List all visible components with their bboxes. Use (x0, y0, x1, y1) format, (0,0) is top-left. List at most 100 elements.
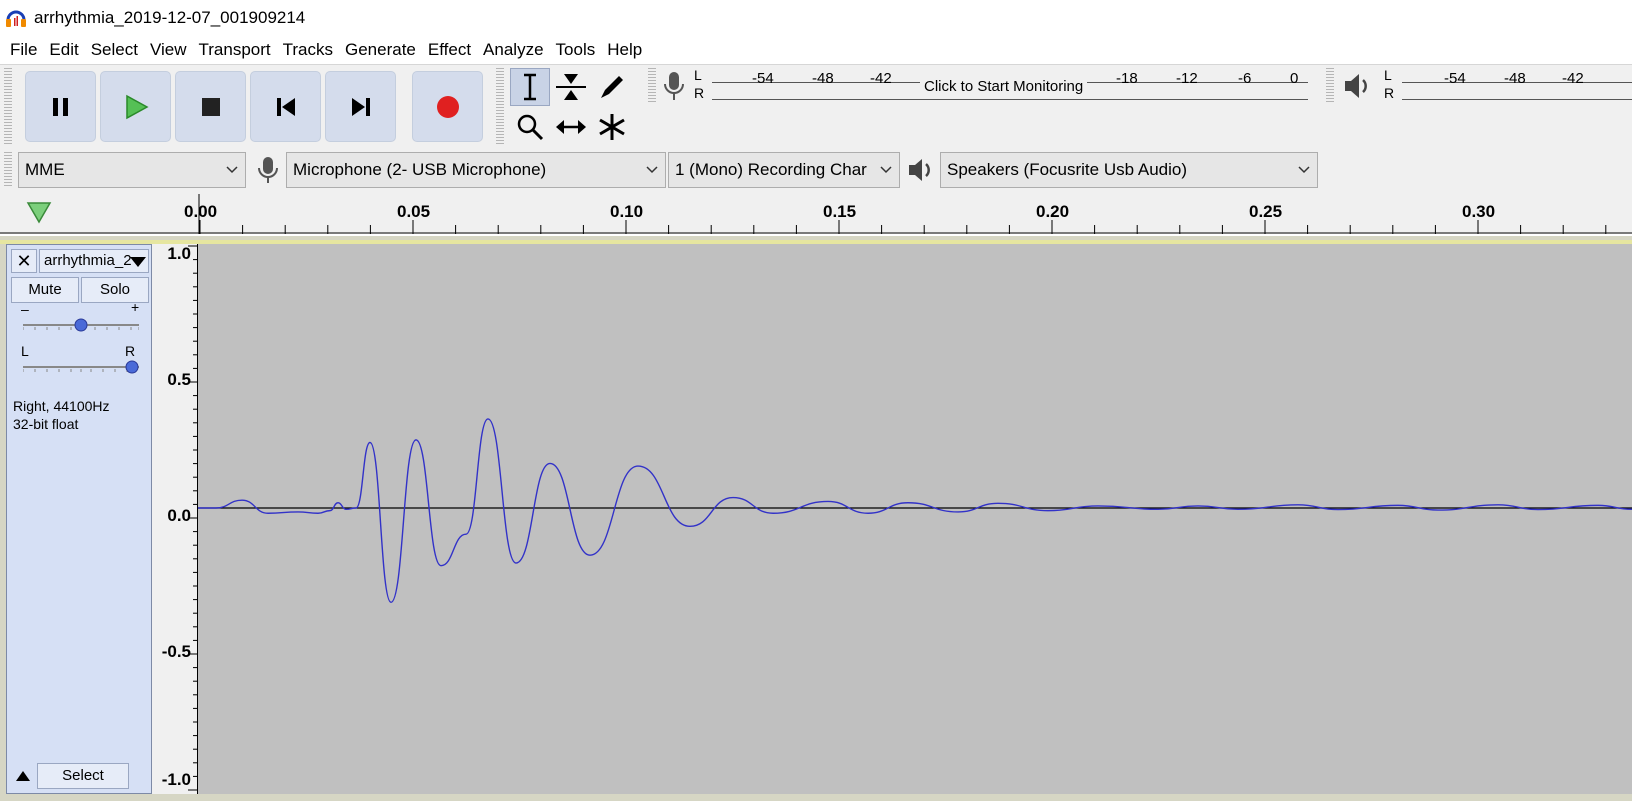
stop-button[interactable] (175, 71, 246, 142)
zoom-tool-button[interactable] (510, 108, 550, 146)
recording-device-select[interactable]: Microphone (2- USB Microphone) (286, 152, 666, 188)
double-arrow-icon (556, 120, 586, 134)
gain-slider-thumb[interactable] (74, 318, 88, 332)
pencil-icon (601, 76, 623, 98)
menu-tracks[interactable]: Tracks (277, 40, 339, 60)
track-select-button[interactable]: Select (37, 763, 129, 789)
track-name-menu[interactable]: arrhythmia_2 (39, 249, 149, 273)
playback-meter[interactable]: LR -54 -48 -42 (1384, 66, 1632, 118)
chevron-down-icon (226, 166, 238, 174)
pan-slider-thumb[interactable] (125, 360, 139, 374)
menu-tools[interactable]: Tools (550, 40, 602, 60)
playback-device-value: Speakers (Focusrite Usb Audio) (947, 160, 1187, 179)
ruler-label: 0.30 (1462, 202, 1496, 221)
speaker-icon (909, 159, 930, 181)
pause-icon (52, 97, 68, 116)
title-bar: arrhythmia_2019-12-07_001909214 (0, 0, 1632, 36)
chevron-down-icon (1298, 166, 1310, 174)
record-icon (436, 95, 459, 118)
transport-toolbar-grip[interactable] (4, 68, 12, 144)
time-shift-tool-button[interactable] (551, 108, 591, 146)
skip-end-icon (351, 97, 370, 116)
microphone-icon (664, 72, 684, 100)
recording-channels-select[interactable]: 1 (Mono) Recording Char (668, 152, 900, 188)
record-meter-tick: -18 (1116, 70, 1138, 87)
amplitude-ruler[interactable]: 1.0 0.5 0.0 -0.5 -1.0 (152, 244, 198, 794)
ruler-label: 0.10 (610, 202, 644, 221)
record-meter[interactable]: LR -54 -48 -42 Click to Start Monitoring… (694, 66, 1314, 118)
playback-meter-tick: -48 (1504, 70, 1526, 87)
playback-meter-grip[interactable] (1326, 68, 1334, 104)
track-control-panel[interactable]: ✕ arrhythmia_2 Mute Solo – + L R Right, … (6, 244, 152, 794)
output-device-speaker-icon (904, 152, 938, 188)
play-icon (125, 94, 149, 119)
record-meter-tick: -54 (752, 70, 774, 87)
playback-meter-speaker-button[interactable] (1340, 68, 1376, 104)
selection-tool-button[interactable] (510, 68, 550, 106)
menu-bar: File Edit Select View Transport Tracks G… (0, 36, 1632, 64)
recording-channels-value: 1 (Mono) Recording Char (675, 160, 867, 179)
record-meter-l: L (694, 67, 702, 83)
menu-view[interactable]: View (144, 40, 193, 60)
menu-transport[interactable]: Transport (193, 40, 277, 60)
multi-tool-button[interactable] (592, 108, 632, 146)
device-toolbar-grip[interactable] (4, 152, 12, 188)
track-format-line1: Right, 44100Hz (13, 398, 110, 414)
waveform (198, 418, 1632, 604)
triangle-up-icon (16, 771, 30, 781)
audio-host-value: MME (25, 160, 65, 179)
ruler-label: 0.05 (397, 202, 431, 221)
playback-device-select[interactable]: Speakers (Focusrite Usb Audio) (940, 152, 1318, 188)
window-title: arrhythmia_2019-12-07_001909214 (34, 8, 306, 27)
pan-slider[interactable] (22, 359, 139, 375)
pan-left-label: L (21, 343, 29, 359)
asterisk-icon (599, 114, 625, 140)
track-area: ✕ arrhythmia_2 Mute Solo – + L R Right, … (0, 236, 1632, 801)
skip-start-icon (276, 97, 295, 116)
click-to-start-monitoring[interactable]: Click to Start Monitoring (920, 78, 1088, 95)
pause-button[interactable] (25, 71, 96, 142)
record-meter-grip[interactable] (648, 68, 656, 104)
mute-button[interactable]: Mute (11, 277, 79, 303)
tools-toolbar-grip[interactable] (496, 68, 504, 144)
stop-icon (201, 97, 220, 116)
skip-to-end-button[interactable] (325, 71, 396, 142)
collapse-track-button[interactable] (11, 763, 35, 789)
ruler-label: 0.00 (184, 202, 218, 221)
menu-generate[interactable]: Generate (339, 40, 422, 60)
waveform-area[interactable] (198, 244, 1632, 794)
chevron-down-icon (879, 163, 893, 177)
menu-file[interactable]: File (4, 40, 43, 60)
timeline-ruler[interactable]: 0.00 0.05 0.10 0.15 0.20 0.25 0.30 (0, 192, 1632, 234)
audacity-app-icon (6, 10, 26, 27)
recording-device-value: Microphone (2- USB Microphone) (293, 160, 547, 179)
pan-right-label: R (125, 343, 136, 359)
record-button[interactable] (412, 71, 483, 142)
pan-slider-track (22, 366, 139, 372)
envelope-tool-button[interactable] (551, 68, 591, 106)
draw-tool-button[interactable] (592, 68, 632, 106)
record-meter-tick: -48 (812, 70, 834, 87)
record-meter-mic-button[interactable] (656, 68, 692, 104)
menu-help[interactable]: Help (601, 40, 648, 60)
playback-meter-l: L (1384, 67, 1392, 83)
close-icon: ✕ (16, 250, 32, 271)
ruler-ticks (198, 194, 1607, 234)
gain-slider[interactable] (22, 317, 140, 333)
menu-analyze[interactable]: Analyze (477, 40, 549, 60)
record-meter-r: R (694, 85, 705, 101)
play-button[interactable] (100, 71, 171, 142)
amplitude-ruler-ticks (188, 245, 198, 791)
skip-to-start-button[interactable] (250, 71, 321, 142)
record-meter-channels: LR (694, 66, 704, 102)
speaker-icon (1345, 74, 1367, 98)
menu-select[interactable]: Select (85, 40, 144, 60)
playback-meter-scale-bottom (1402, 99, 1632, 100)
dropdown-triangle-icon (130, 257, 146, 267)
audio-host-select[interactable]: MME (18, 152, 246, 188)
track-close-button[interactable]: ✕ (11, 249, 37, 273)
input-device-mic-icon (252, 152, 284, 188)
menu-effect[interactable]: Effect (422, 40, 477, 60)
envelope-icon (556, 74, 586, 100)
menu-edit[interactable]: Edit (43, 40, 84, 60)
